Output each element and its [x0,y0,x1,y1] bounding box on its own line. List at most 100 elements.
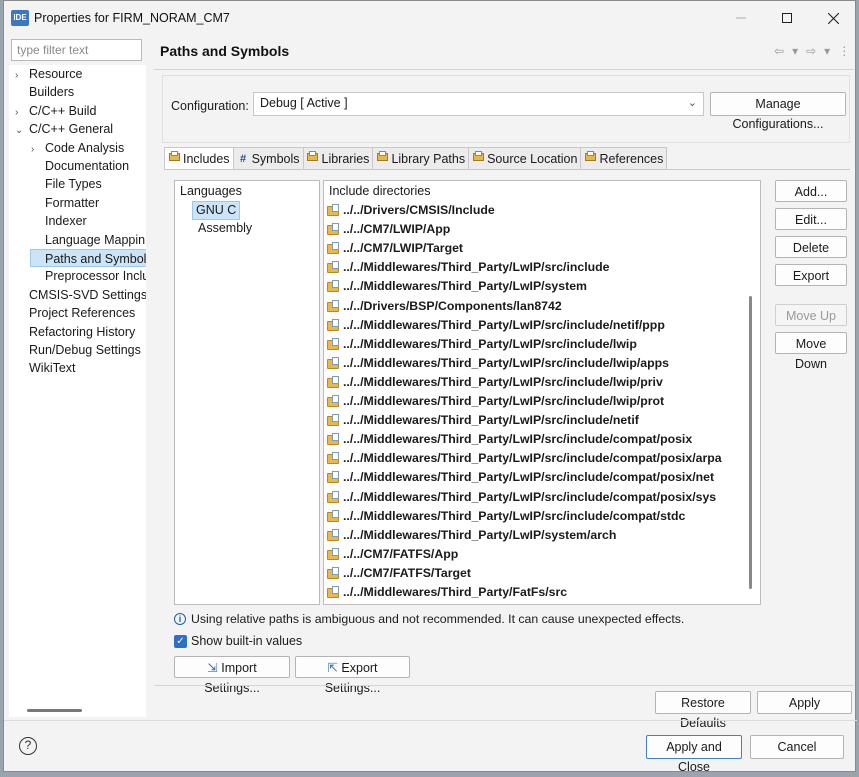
tab-includes[interactable]: Includes [164,147,234,170]
move-up-button[interactable]: Move Up [775,304,847,326]
include-directory-row[interactable]: ../../Drivers/CMSIS/Include [327,201,495,220]
move-down-button[interactable]: Move Down [775,332,847,371]
close-icon [827,12,839,24]
tree-item-builders[interactable]: Builders [15,83,74,101]
back-arrow-icon[interactable]: ⇦ [774,44,784,58]
include-directory-row[interactable]: ../../CM7/LWIP/App [327,220,450,239]
tree-item-formatter[interactable]: Formatter [31,194,99,212]
filter-input[interactable] [11,39,142,61]
include-directory-row[interactable]: ../../Middlewares/Third_Party/FatFs/src [327,583,567,602]
include-directory-row[interactable]: ../../Drivers/BSP/Components/lan8742 [327,297,562,316]
tree-item-resource[interactable]: › Resource [15,65,83,83]
tab-source-location[interactable]: Source Location [468,147,582,169]
forward-arrow-icon[interactable]: ⇨ [806,44,816,58]
tree-item-wikitext[interactable]: WikiText [15,359,76,377]
include-directory-row[interactable]: ../../Middlewares/Third_Party/LwIP/src/i… [327,373,663,392]
include-directory-row[interactable]: ../../CM7/FATFS/App [327,545,458,564]
include-directory-row[interactable]: ../../Middlewares/Third_Party/LwIP/src/i… [327,392,664,411]
tree-item-run-debug-settings[interactable]: Run/Debug Settings [15,341,141,359]
vertical-scrollbar-thumb[interactable] [749,296,752,589]
include-directory-row[interactable]: ../../Middlewares/Third_Party/LwIP/src/i… [327,507,685,526]
include-folder-icon [327,509,341,523]
tree-item-code-analysis[interactable]: › Code Analysis [31,139,124,157]
tree-item-c-c-general[interactable]: ⌄ C/C++ General [15,120,113,138]
chevron-right-icon[interactable]: › [15,67,29,85]
include-directory-path: ../../Middlewares/Third_Party/LwIP/src/i… [343,355,669,370]
include-folder-icon [327,547,341,561]
include-directory-row[interactable]: ../../Middlewares/Third_Party/LwIP/src/i… [327,449,722,468]
include-directory-row[interactable]: ../../CM7/FATFS/Target [327,564,471,583]
close-button[interactable] [818,7,848,29]
tab-references[interactable]: References [580,147,668,169]
view-menu-icon[interactable]: ⋮ [838,44,850,58]
language-item-gnu-c[interactable]: GNU C [192,201,241,220]
references-icon [584,149,597,169]
show-builtin-values-checkbox[interactable]: ✓ Show built-in values [174,634,302,648]
maximize-button[interactable] [772,7,802,29]
add-button[interactable]: Add... [775,180,847,202]
tree-item-label: Refactoring History [29,324,136,339]
chevron-right-icon[interactable]: › [15,104,29,122]
tree-item-c-c-build[interactable]: › C/C++ Build [15,102,96,120]
forward-menu-chevron-icon[interactable]: ▾ [824,44,830,58]
language-item-assembly[interactable]: Assembly [195,220,255,239]
include-directory-row[interactable]: ../../Middlewares/Third_Party/LwIP/src/i… [327,411,639,430]
tab-strip: Includes # Symbols Libraries Library Paths So… [164,147,668,170]
page-title: Paths and Symbols [160,43,290,59]
restore-defaults-button[interactable]: Restore Defaults [655,691,751,730]
include-folder-icon [327,395,341,408]
tree-item-documentation[interactable]: Documentation [31,157,129,175]
include-directory-row[interactable]: ../../Middlewares/Third_Party/LwIP/src/i… [327,354,669,373]
tree-item-file-types[interactable]: File Types [31,175,102,193]
include-directory-row[interactable]: ../../Middlewares/Third_Party/LwIP/src/i… [327,468,714,487]
apply-button[interactable]: Apply [757,691,852,714]
footer-separator [4,720,857,721]
tree-item-project-references[interactable]: Project References [15,304,135,322]
chevron-down-icon[interactable]: ⌄ [15,122,29,140]
include-directory-row[interactable]: ../../Middlewares/Third_Party/LwIP/src/i… [327,316,665,335]
apply-and-close-button[interactable]: Apply and Close [646,735,742,774]
tree-item-indexer[interactable]: Indexer [31,212,87,230]
tree-item-label: Formatter [45,195,100,210]
manage-configurations-button[interactable]: Manage Configurations... [710,92,846,131]
edit-button[interactable]: Edit... [775,208,847,230]
tree-item-label: Builders [29,85,75,100]
tab-symbols[interactable]: # Symbols [232,147,304,169]
tree-item-label: Code Analysis [45,140,125,155]
include-directory-path: ../../Middlewares/Third_Party/LwIP/src/i… [343,317,665,332]
paths-and-symbols-page: Paths and Symbols ⇦ ▾ ⇨ ▾ ⋮ Configuratio… [154,37,854,695]
tree-item-language-mappin[interactable]: Language Mappin [31,231,145,249]
tree-item-paths-and-symbols[interactable]: Paths and Symbols [30,249,146,268]
tree-item-cmsis-svd-settings[interactable]: CMSIS-SVD Settings [15,286,146,304]
delete-button[interactable]: Delete [775,236,847,258]
configuration-select[interactable]: Debug [ Active ] ⌄ [253,92,704,116]
include-directory-row[interactable]: ../../Middlewares/Third_Party/LwIP/src/i… [327,488,716,507]
window-title: Properties for FIRM_NORAM_CM7 [34,11,230,25]
include-directory-row[interactable]: ../../Middlewares/Third_Party/LwIP/syste… [327,526,616,545]
scrollbar-thumb[interactable] [27,709,82,712]
help-icon[interactable]: ? [19,737,37,755]
include-directory-row[interactable]: ../../Middlewares/Third_Party/LwIP/src/i… [327,430,692,449]
tree-item-preprocessor-inclu[interactable]: Preprocessor Inclu [31,267,146,285]
chevron-right-icon[interactable]: › [31,141,45,159]
import-settings-button[interactable]: ⇲ Import Settings... [174,656,290,695]
checkbox-checked-icon[interactable]: ✓ [174,634,187,648]
include-directory-row[interactable]: ../../Middlewares/Third_Party/LwIP/src/i… [327,258,610,277]
tree-item-label: Indexer [45,214,87,229]
hash-icon: # [240,152,247,165]
cancel-button[interactable]: Cancel [750,735,844,759]
tree-item-refactoring-history[interactable]: Refactoring History [15,323,135,341]
tab-library-paths[interactable]: Library Paths [372,147,470,169]
include-directory-row[interactable]: ../../Middlewares/Third_Party/LwIP/syste… [327,277,587,296]
tree-item-label: Resource [29,67,83,81]
include-directory-row[interactable]: ../../Middlewares/Third_Party/LwIP/src/i… [327,335,637,354]
include-directory-row[interactable]: ../../CM7/LWIP/Target [327,239,463,258]
export-settings-button[interactable]: ⇱ Export Settings... [295,656,410,695]
back-menu-chevron-icon[interactable]: ▾ [792,44,798,58]
horizontal-scrollbar[interactable] [9,705,146,717]
include-directories-list: Include directories ../../Drivers/CMSIS/… [323,180,761,605]
tab-libraries[interactable]: Libraries [302,147,374,169]
include-folder-icon [327,223,341,236]
export-button[interactable]: Export [775,264,847,286]
minimize-button[interactable] [726,7,756,29]
